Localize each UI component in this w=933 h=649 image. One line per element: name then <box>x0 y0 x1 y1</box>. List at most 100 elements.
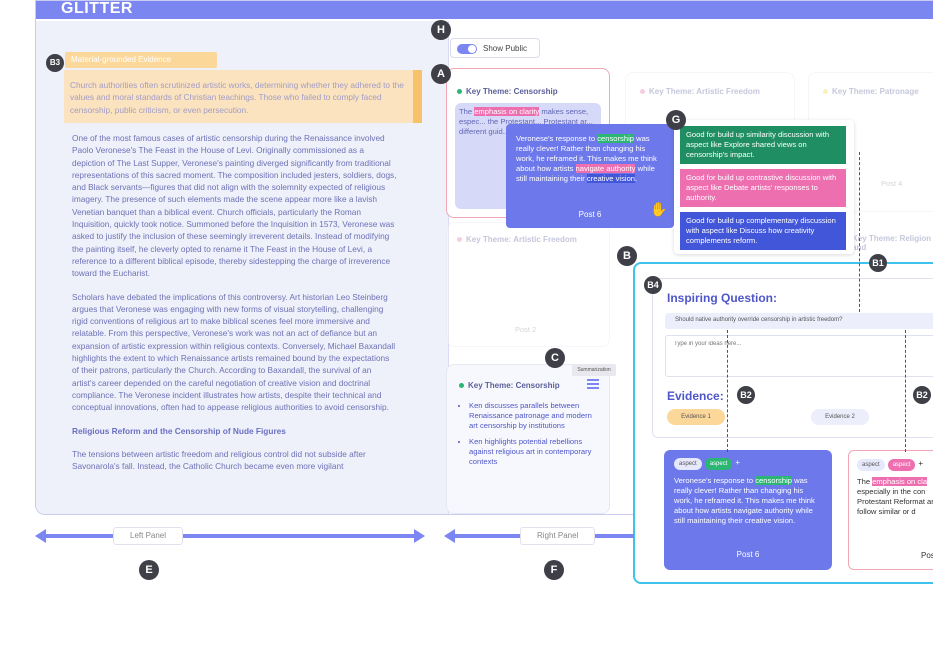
list-icon[interactable] <box>587 379 599 389</box>
evidence-1-chip[interactable]: Evidence 1 <box>667 409 725 425</box>
badge-b4: B4 <box>644 276 662 294</box>
highlight-green: censorship <box>755 476 792 485</box>
theme-title-text: Key Theme: Patronage <box>832 87 919 96</box>
highlighted-evidence[interactable]: Church authorities often scrutinized art… <box>64 70 422 123</box>
aspect-pill[interactable]: aspect <box>674 458 702 470</box>
summarization-tooltip: Summarization <box>572 364 616 376</box>
right-panel-indicator: Right Panel <box>444 527 634 545</box>
post-text: The <box>857 477 873 486</box>
right-panel-label: Right Panel <box>520 527 596 545</box>
toggle-switch[interactable] <box>457 44 477 54</box>
post-6-popup[interactable]: Veronese's response to censorship was re… <box>506 124 674 228</box>
inspiring-question-title: Inspiring Question: <box>667 291 777 305</box>
app-logo: GLITTER <box>61 0 133 17</box>
aspect-pill[interactable]: aspect <box>857 459 885 471</box>
badge-b1: B1 <box>869 254 887 272</box>
composer-form: Inspiring Question: Should native author… <box>652 278 933 438</box>
mini-post-text: The <box>459 107 475 116</box>
connector-line <box>905 330 906 452</box>
theme-title: Key Theme: Artistic Freedom <box>457 235 577 244</box>
theme-title: Key Theme: Censorship <box>457 87 558 96</box>
highlighted-evidence-text: Church authorities often scrutinized art… <box>70 80 404 115</box>
theme-card-summary[interactable]: Key Theme: Censorship Ken discusses para… <box>446 364 610 514</box>
badge-b2-left: B2 <box>737 386 755 404</box>
aspect-pills: aspect aspect + <box>857 459 933 471</box>
highlight-pink: emphasis on cla <box>872 477 928 486</box>
post-text: Veronese's response to <box>674 476 756 485</box>
add-aspect-button[interactable]: + <box>735 458 740 467</box>
post-label: Post 6 <box>736 550 760 559</box>
evidence-2-chip[interactable]: Evidence 2 <box>811 409 869 425</box>
paragraph: Scholars have debated the implications o… <box>72 291 396 413</box>
highlight-pink: navigate authority <box>575 164 636 173</box>
badge-e: E <box>139 560 159 580</box>
theme-title: Key Theme: Artistic Freedom <box>640 87 760 96</box>
paragraph: The tensions between artistic freedom an… <box>72 448 366 472</box>
toggle-label: Show Public <box>483 44 528 53</box>
evidence-label: Evidence: <box>667 389 724 403</box>
evidence-tag-label: Material-grounded Evidence <box>71 55 172 64</box>
glitter-screenshot: GLITTER Material-grounded Evidence Churc… <box>0 0 933 649</box>
left-panel-indicator: Left Panel <box>35 527 425 545</box>
highlight-green: censorship <box>597 134 634 143</box>
reading-material: One of the most famous cases of artistic… <box>72 132 397 500</box>
theme-title-text: Key Theme: Censorship <box>466 87 558 96</box>
summary-list: Ken discusses parallels between Renaissa… <box>469 401 601 467</box>
badge-g: G <box>666 110 686 130</box>
theme-dot <box>823 89 828 95</box>
app-header: GLITTER <box>36 1 933 19</box>
badge-c: C <box>545 348 565 368</box>
theme-title: Key Theme: Religion and <box>852 234 932 252</box>
theme-dot <box>457 89 462 95</box>
badge-b2-right: B2 <box>913 386 931 404</box>
theme-title-text: Key Theme: Artistic Freedom <box>649 87 760 96</box>
summary-item: Ken discusses parallels between Renaissa… <box>469 401 601 431</box>
badge-h: H <box>431 20 451 40</box>
aspect-pill[interactable]: aspect <box>704 458 733 470</box>
idea-input[interactable] <box>665 335 933 377</box>
badge-b3: B3 <box>46 54 64 72</box>
paragraph: One of the most famous cases of artistic… <box>72 133 397 279</box>
aspect-pill[interactable]: aspect <box>887 459 916 471</box>
post-label: Pos <box>921 551 933 560</box>
theme-title-text: Key Theme: Artistic Freedom <box>466 235 577 244</box>
badge-f: F <box>544 560 564 580</box>
badge-b: B <box>617 246 637 266</box>
highlight-blue: creative vision <box>586 174 636 183</box>
badge-a: A <box>431 64 451 84</box>
theme-title: Key Theme: Censorship <box>459 381 560 390</box>
post-label: Post 6 <box>578 210 602 219</box>
post-text: Veronese's response to <box>516 134 598 143</box>
inspiring-question: Should native authority override censors… <box>665 313 933 329</box>
hand-cursor-icon: ✋ <box>650 201 668 217</box>
connector-line <box>727 330 728 452</box>
theme-title-text: Key Theme: Censorship <box>468 381 560 390</box>
left-panel-label: Left Panel <box>113 527 184 545</box>
post-text: . <box>635 174 638 183</box>
add-aspect-button[interactable]: + <box>918 459 923 468</box>
post-text: especially in the con Protestant Reforma… <box>857 487 933 516</box>
mini-post-highlight: emphasis on clarity <box>474 107 540 116</box>
composer-post-6[interactable]: aspect aspect + Veronese's response to cen… <box>664 450 832 570</box>
theme-dot <box>640 89 645 95</box>
post-label: Post 2 <box>515 325 537 334</box>
theme-dot <box>459 383 464 389</box>
hint-complementary[interactable]: Good for build up complementary discussi… <box>680 212 846 250</box>
theme-card-artistic-freedom-2[interactable]: Key Theme: Artistic Freedom Post 2 <box>446 222 610 347</box>
arrow-line <box>43 534 415 538</box>
theme-card-religion[interactable]: Key Theme: Religion and <box>852 222 933 256</box>
post-label: Post 4 <box>881 179 903 188</box>
connector-line <box>859 152 860 312</box>
evidence-marker-bar <box>413 70 422 123</box>
evidence-tag[interactable]: Material-grounded Evidence <box>65 52 217 68</box>
theme-title: Key Theme: Patronage <box>823 87 919 96</box>
section-heading: Religious Reform and the Censorship of N… <box>72 425 286 436</box>
hint-contrastive[interactable]: Good for build up contrastive discussion… <box>680 169 846 207</box>
aspect-pills: aspect aspect + <box>674 458 822 470</box>
summary-item: Ken highlights potential rebellions agai… <box>469 437 601 467</box>
show-public-toggle[interactable]: Show Public <box>450 38 540 58</box>
hint-similarity[interactable]: Good for build up similarity discussion … <box>680 126 846 164</box>
theme-dot <box>457 237 462 243</box>
composer-post-pink[interactable]: aspect aspect + The emphasis on cla especi… <box>848 450 933 570</box>
arrow-right-icon <box>414 529 425 543</box>
